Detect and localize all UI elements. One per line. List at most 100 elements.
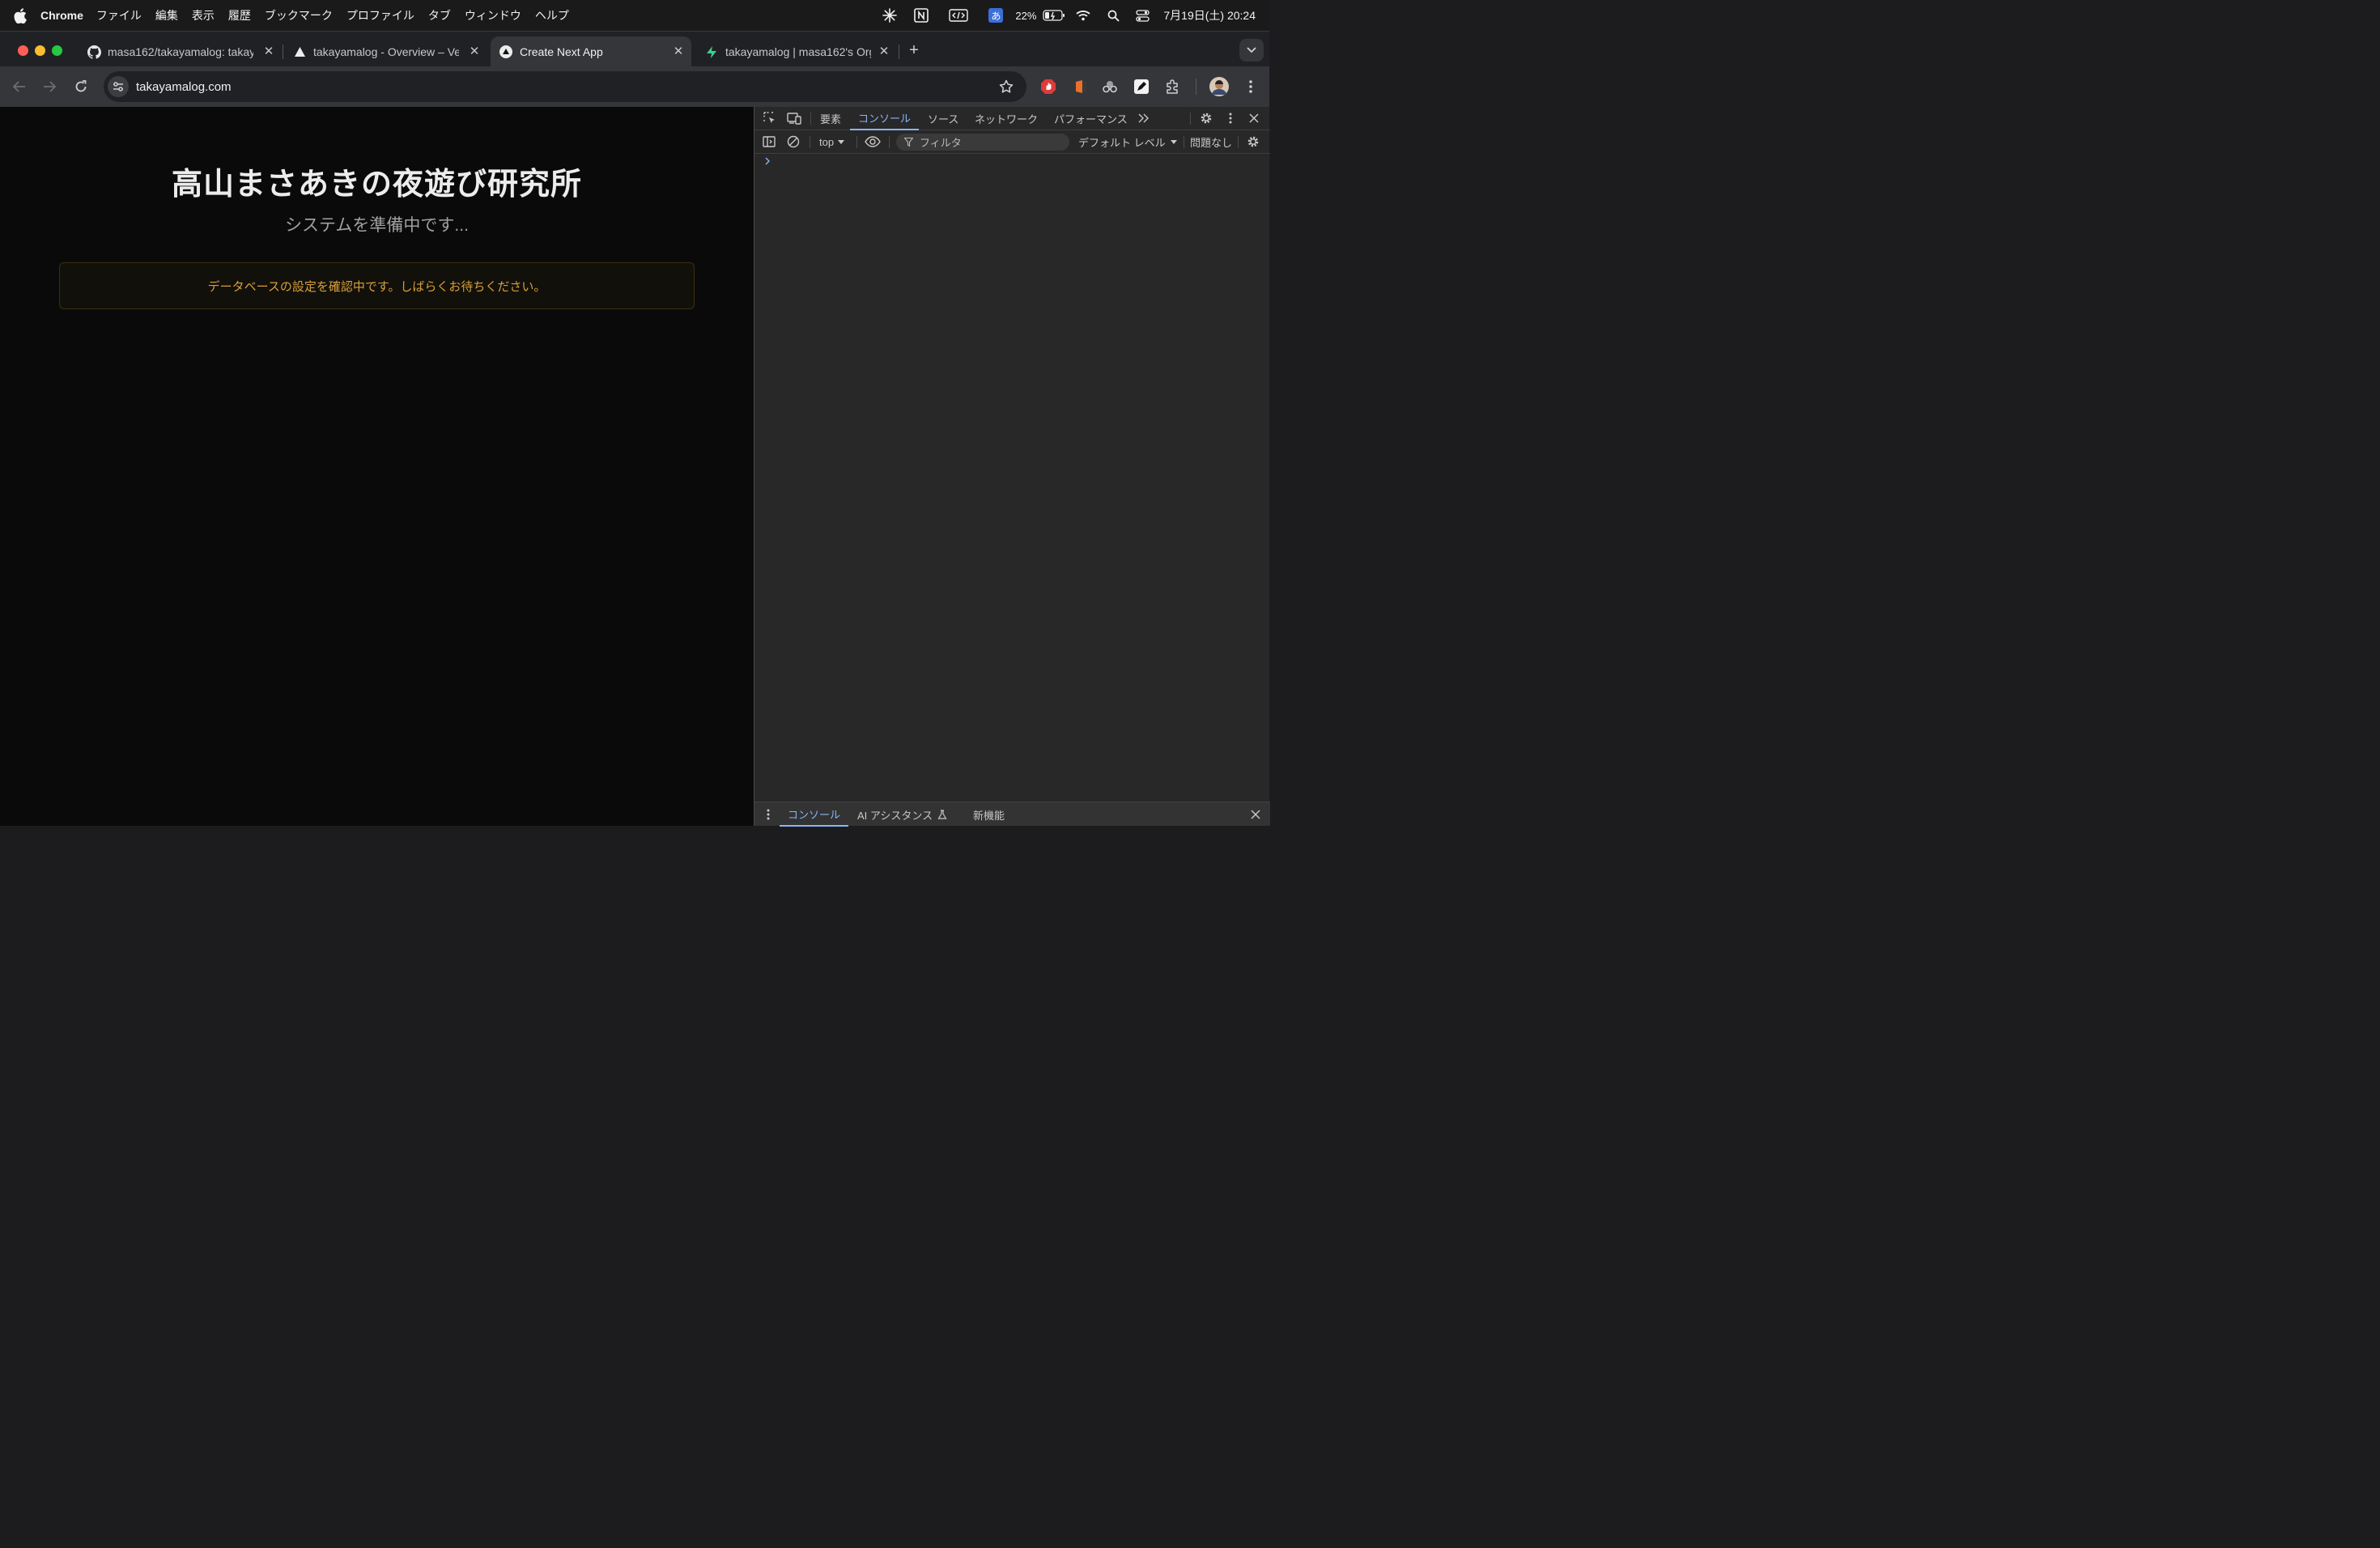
address-bar[interactable]: takayamalog.com [104, 71, 1026, 102]
menu-profiles[interactable]: プロファイル [346, 7, 414, 23]
profile-avatar[interactable] [1209, 77, 1229, 96]
more-tabs-chevron-icon[interactable] [1135, 109, 1153, 127]
menu-tab[interactable]: タブ [428, 7, 451, 23]
menu-view[interactable]: 表示 [192, 7, 215, 23]
devtools-divider [1190, 113, 1191, 125]
url-text[interactable]: takayamalog.com [136, 80, 232, 94]
drawer-tab-ai-assistance[interactable]: AI アシスタンス [857, 802, 947, 827]
tab-close-icon[interactable]: ✕ [468, 45, 481, 58]
log-level-dropdown[interactable]: デフォルト レベル [1078, 130, 1177, 154]
new-tab-plus-icon[interactable]: + [905, 41, 923, 59]
devtools-drawer-bar: コンソール AI アシスタンス 新機能 [754, 802, 1270, 827]
web-page-viewport: 高山まさあきの夜遊び研究所 システムを準備中です... データベースの設定を確認… [0, 107, 754, 826]
drawer-tab-whats-new[interactable]: 新機能 [973, 802, 1005, 827]
window-zoom-button[interactable] [52, 45, 62, 56]
browser-tab-active[interactable]: Create Next App ✕ [491, 36, 691, 67]
drawer-menu-kebab-icon[interactable] [759, 806, 777, 823]
reload-icon[interactable] [70, 76, 91, 97]
menu-file[interactable]: ファイル [96, 7, 142, 23]
tab-close-icon[interactable]: ✕ [672, 45, 685, 58]
github-icon [87, 45, 101, 59]
menubar-clock[interactable]: 7月19日(土) 20:24 [1157, 0, 1256, 31]
page-title: 高山まさあきの夜遊び研究所 [171, 168, 582, 202]
clear-console-icon[interactable] [784, 133, 802, 151]
window-close-button[interactable] [18, 45, 28, 56]
browser-tab[interactable]: takayamalog - Overview – Ver ✕ [285, 36, 487, 67]
status-notice: データベースの設定を確認中です。しばらくお待ちください。 [59, 262, 695, 309]
live-expression-eye-icon[interactable] [864, 133, 882, 151]
extension-flag-icon[interactable] [1071, 77, 1090, 96]
console-prompt-chevron-icon[interactable] [765, 155, 771, 168]
devtools-divider [810, 113, 811, 125]
site-info-tune-icon[interactable] [108, 76, 129, 97]
vercel-icon [292, 45, 307, 59]
menu-bookmarks[interactable]: ブックマーク [265, 7, 333, 23]
device-toolbar-icon[interactable] [785, 109, 803, 127]
apple-menu-icon[interactable] [0, 7, 40, 23]
extension-pen-icon[interactable] [1132, 77, 1151, 96]
back-arrow-icon[interactable] [9, 76, 30, 97]
status-notice-text: データベースの設定を確認中です。しばらくお待ちください。 [207, 279, 546, 294]
browser-toolbar: takayamalog.com [0, 66, 1269, 107]
browser-tab[interactable]: masa162/takayamalog: takaya ✕ [79, 36, 282, 67]
context-selector-label: top [819, 136, 835, 148]
devtools-tab-console[interactable]: コンソール [850, 107, 920, 130]
drawer-close-icon[interactable] [1247, 806, 1264, 823]
tab-title: takayamalog | masa162's Org [725, 45, 871, 58]
tab-search-chevron-icon[interactable] [1239, 39, 1264, 62]
dropdown-triangle-icon [1170, 140, 1177, 144]
spotlight-search-icon[interactable] [1099, 0, 1128, 31]
battery-percent: 22% [1015, 9, 1037, 22]
menubar-status-area: あ 22% 7月19日(土) 20:24 [873, 0, 1256, 31]
experiment-flask-icon [937, 810, 947, 819]
chrome-menu-kebab-icon[interactable] [1241, 77, 1260, 96]
devtools-divider [1238, 136, 1239, 148]
menu-window[interactable]: ウィンドウ [465, 7, 521, 23]
drawer-tab-console[interactable]: コンソール [780, 802, 849, 827]
tab-close-icon[interactable]: ✕ [878, 45, 890, 58]
adblock-extension-icon[interactable] [1039, 77, 1058, 96]
console-sidebar-icon[interactable] [760, 133, 778, 151]
filter-funnel-icon [904, 138, 913, 147]
forward-arrow-icon[interactable] [39, 76, 60, 97]
macos-menubar: Chrome ファイル 編集 表示 履歴 ブックマーク プロファイル タブ ウィ… [0, 0, 1269, 31]
issues-counter[interactable]: 問題なし [1190, 130, 1232, 154]
menu-help[interactable]: ヘルプ [535, 7, 569, 23]
wifi-icon[interactable] [1068, 0, 1099, 31]
battery-icon[interactable] [1040, 0, 1068, 31]
console-toolbar: top フィルタ デフォルト レベル 問題なし [754, 130, 1270, 154]
context-selector[interactable]: top [819, 130, 845, 154]
tab-close-icon[interactable]: ✕ [262, 45, 275, 58]
sparkle-icon[interactable] [873, 0, 906, 31]
supabase-icon [704, 45, 719, 59]
tab-title: masa162/takayamalog: takaya [108, 45, 253, 58]
devtools-tab-performance[interactable]: パフォーマンス [1054, 107, 1128, 130]
log-level-label: デフォルト レベル [1078, 137, 1166, 149]
ime-icon[interactable]: あ [980, 0, 1011, 31]
menu-app-name[interactable]: Chrome [40, 9, 83, 22]
code-bracket-icon[interactable] [937, 0, 980, 31]
console-settings-gear-icon[interactable] [1244, 133, 1262, 151]
window-minimize-button[interactable] [35, 45, 45, 56]
control-center-icon[interactable] [1128, 0, 1157, 31]
browser-tab[interactable]: takayamalog | masa162's Org ✕ [696, 36, 897, 67]
extensions-puzzle-icon[interactable] [1163, 77, 1183, 96]
extension-glasses-icon[interactable] [1100, 77, 1120, 96]
bookmark-star-icon[interactable] [999, 79, 1014, 98]
browser-tab-strip: masa162/takayamalog: takaya ✕ takayamalo… [0, 31, 1269, 67]
inspect-element-icon[interactable] [761, 109, 779, 127]
devtools-tab-network[interactable]: ネットワーク [975, 107, 1038, 130]
devtools-divider [889, 136, 890, 148]
devtools-tab-elements[interactable]: 要素 [820, 107, 841, 130]
vercel-icon [499, 45, 513, 59]
devtools-divider [856, 136, 857, 148]
devtools-tab-sources[interactable]: ソース [928, 107, 958, 130]
devtools-close-icon[interactable] [1245, 109, 1263, 127]
notion-icon[interactable] [906, 0, 937, 31]
devtools-settings-gear-icon[interactable] [1197, 109, 1215, 127]
console-filter-input[interactable]: フィルタ [896, 134, 1069, 151]
page-subtitle: システムを準備中です... [285, 216, 469, 235]
menu-edit[interactable]: 編集 [155, 7, 178, 23]
devtools-menu-kebab-icon[interactable] [1222, 109, 1239, 127]
menu-history[interactable]: 履歴 [228, 7, 251, 23]
